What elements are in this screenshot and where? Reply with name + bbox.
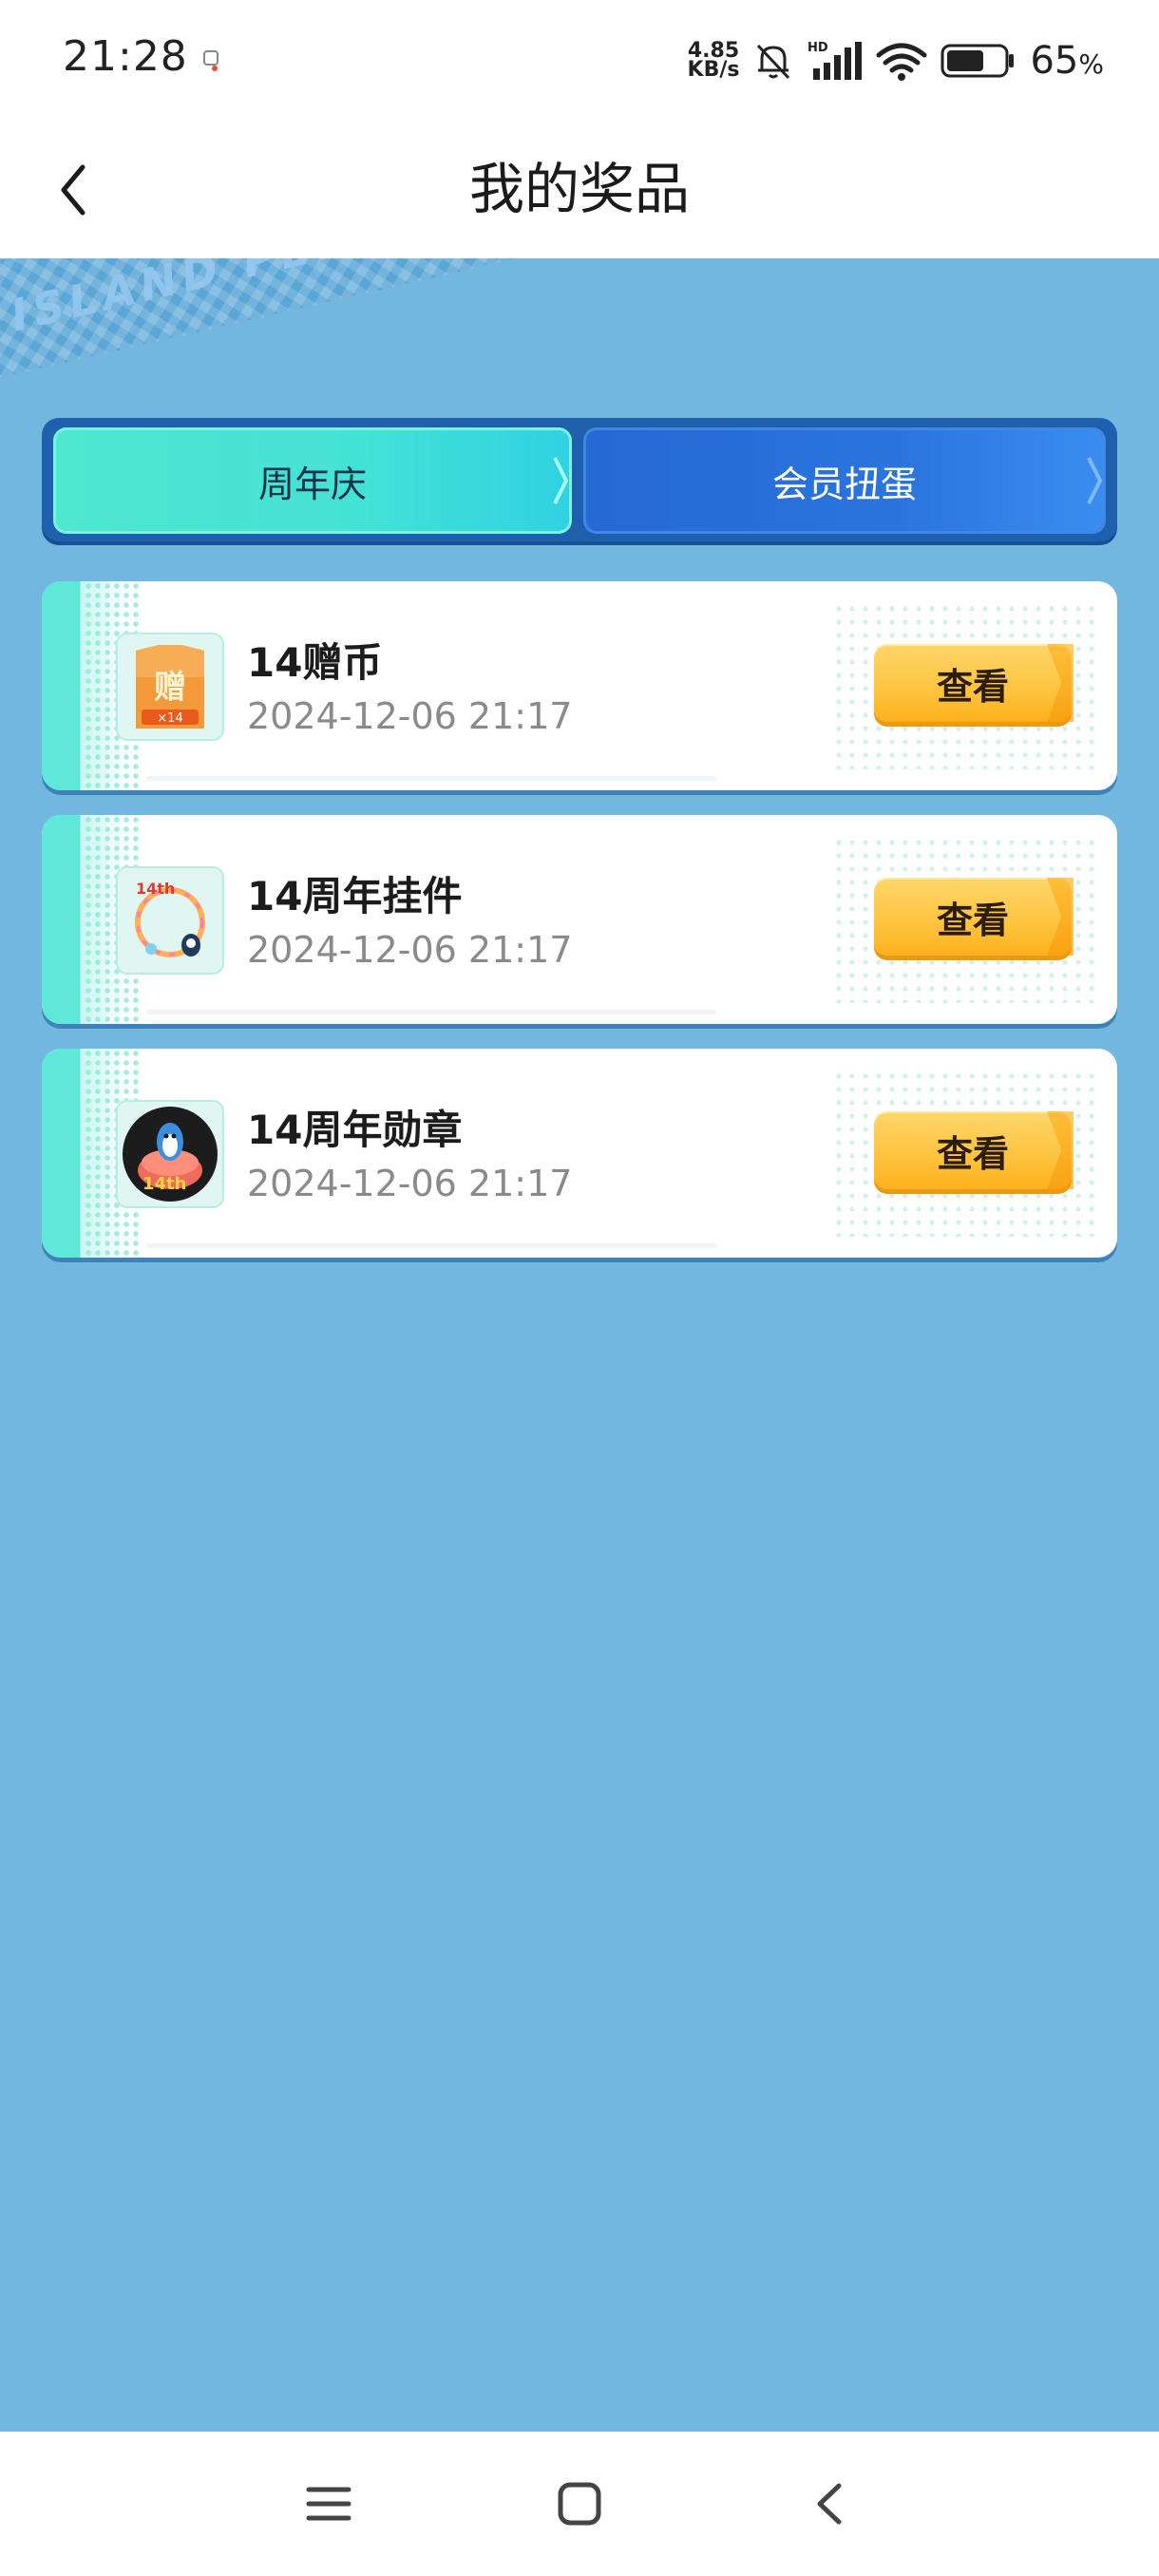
- prize-card: 赠 ×14 14赠币 2024-12-06 21:17 查看: [42, 581, 1117, 790]
- gift-coin-text: 赠: [154, 669, 186, 707]
- signal-icon: HD: [808, 41, 863, 80]
- prize-list: 赠 ×14 14赠币 2024-12-06 21:17 查看 14th 14周年…: [42, 581, 1117, 1282]
- avatar-frame-icon: 14th: [116, 866, 224, 975]
- system-nav-bar: [0, 2432, 1159, 2576]
- page-title: 我的奖品: [468, 157, 690, 221]
- prize-name: 14赠币: [247, 639, 383, 686]
- tab-anniversary[interactable]: 周年庆: [53, 427, 572, 534]
- prize-name: 14周年挂件: [247, 873, 463, 919]
- menu-icon: [306, 2487, 352, 2521]
- svg-text:HD: HD: [808, 41, 828, 55]
- prize-time: 2024-12-06 21:17: [247, 1163, 573, 1204]
- app-header: 我的奖品: [0, 122, 1159, 258]
- card-divider: [146, 1243, 716, 1248]
- button-decor: [1047, 878, 1074, 956]
- notification-icon: [203, 50, 218, 71]
- tab-arrow-icon: [553, 457, 568, 504]
- avatar-frame-graphic: 14th: [135, 880, 205, 957]
- main-content: ISLAND PENGUIN ISLAND 周年庆 会员扭蛋: [0, 258, 1159, 2432]
- view-button[interactable]: 查看: [874, 644, 1074, 722]
- decorative-ribbon: ISLAND PENGUIN ISLAND: [0, 258, 745, 398]
- card-divider: [146, 776, 716, 781]
- battery-value: 65: [1030, 39, 1079, 83]
- card-divider: [146, 1010, 716, 1014]
- gift-coin-badge: ×14: [157, 711, 182, 726]
- bell-muted-icon: [757, 44, 790, 80]
- view-button-label: 查看: [936, 899, 1009, 941]
- battery-percent-sign: %: [1078, 48, 1104, 80]
- square-home-icon: [558, 2482, 601, 2526]
- gift-coin-graphic: 赠 ×14: [136, 645, 204, 729]
- recents-button[interactable]: [294, 2470, 363, 2538]
- prize-time: 2024-12-06 21:17: [247, 695, 573, 737]
- medal-icon: 14th: [116, 1100, 224, 1208]
- prize-time: 2024-12-06 21:17: [247, 929, 573, 971]
- button-decor: [1047, 1111, 1074, 1189]
- tab-label: 周年庆: [257, 463, 367, 505]
- ribbon-text: ISLAND PENGUIN ISLAND: [6, 258, 735, 341]
- status-time: 21:28: [63, 32, 188, 81]
- button-decor: [1047, 644, 1074, 722]
- gift-coin-icon: 赠 ×14: [116, 633, 224, 741]
- view-button[interactable]: 查看: [874, 1111, 1074, 1189]
- medal-graphic: 14th: [123, 1107, 218, 1202]
- medal-badge-text: 14th: [142, 1174, 186, 1194]
- system-back-button[interactable]: [796, 2470, 864, 2538]
- view-button-label: 查看: [936, 665, 1009, 708]
- prize-card: 14th 14周年挂件 2024-12-06 21:17 查看: [42, 815, 1117, 1024]
- view-button-label: 查看: [936, 1132, 1009, 1175]
- prize-card: 14th 14周年勋章 2024-12-06 21:17 查看: [42, 1049, 1117, 1258]
- status-icons: 4.85 KB/s HD 65%: [688, 36, 1104, 85]
- tab-bar: 周年庆 会员扭蛋: [42, 418, 1117, 541]
- tab-member-gacha[interactable]: 会员扭蛋: [583, 427, 1106, 534]
- net-speed-unit: KB/s: [687, 58, 740, 82]
- tab-label: 会员扭蛋: [771, 463, 917, 505]
- tab-arrow-icon: [1087, 457, 1102, 504]
- prize-name: 14周年勋章: [247, 1107, 463, 1153]
- home-button[interactable]: [545, 2470, 614, 2538]
- chevron-left-icon: [817, 2483, 842, 2525]
- battery-icon: [940, 44, 1015, 78]
- view-button[interactable]: 查看: [874, 878, 1074, 956]
- wifi-icon: [876, 43, 927, 81]
- status-bar: 21:28 4.85 KB/s HD 65%: [0, 0, 1159, 122]
- frame-badge-text: 14th: [136, 880, 175, 898]
- net-speed: 4.85 KB/s: [687, 41, 740, 82]
- battery-percent: 65%: [1030, 39, 1104, 83]
